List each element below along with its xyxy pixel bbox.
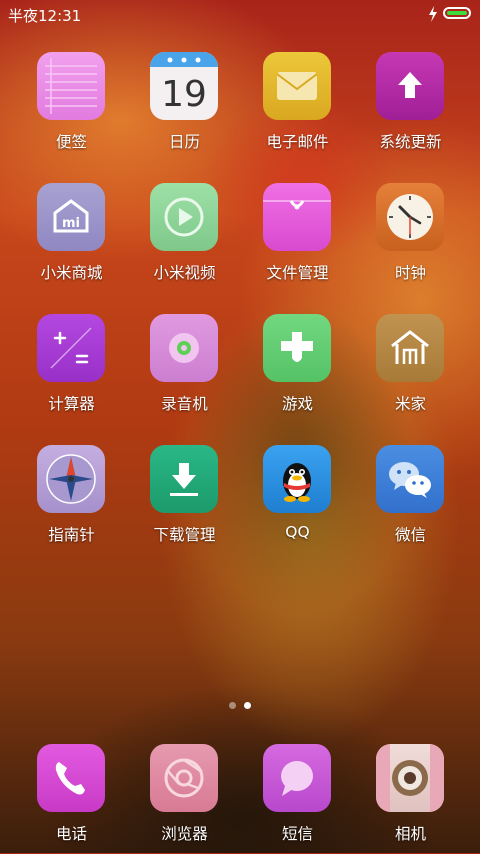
app-label: 计算器 xyxy=(48,395,95,413)
message-icon xyxy=(263,744,331,812)
app-label: 时钟 xyxy=(394,264,426,282)
app-label: 微信 xyxy=(394,526,426,544)
app-label: 系统更新 xyxy=(379,133,442,151)
mijia-home-icon xyxy=(376,314,444,382)
app-notes[interactable]: 便签 xyxy=(15,52,128,162)
app-label: 日历 xyxy=(168,133,200,151)
app-games[interactable]: 游戏 xyxy=(241,314,354,424)
app-label: 浏览器 xyxy=(161,825,208,843)
wechat-icon xyxy=(376,445,444,513)
app-label: 小米商城 xyxy=(40,264,103,282)
app-camera[interactable]: 相机 xyxy=(354,744,467,854)
app-label: 电话 xyxy=(55,825,87,843)
app-file-manager[interactable]: 文件管理 xyxy=(241,183,354,293)
app-label: 录音机 xyxy=(161,395,208,413)
notes-icon xyxy=(37,52,105,120)
page-dot[interactable] xyxy=(229,702,236,709)
page-indicator xyxy=(0,702,480,712)
app-recorder[interactable]: 录音机 xyxy=(128,314,241,424)
calendar-icon: 19 xyxy=(150,52,218,120)
app-browser[interactable]: 浏览器 xyxy=(128,744,241,854)
app-label: 米家 xyxy=(394,395,426,413)
app-label: 指南针 xyxy=(48,526,95,544)
app-calendar[interactable]: 19 日历 xyxy=(128,52,241,162)
svg-text:mi: mi xyxy=(62,216,80,231)
app-clock[interactable]: 时钟 xyxy=(354,183,467,293)
gamepad-icon xyxy=(263,314,331,382)
mail-icon xyxy=(263,52,331,120)
app-email[interactable]: 电子邮件 xyxy=(241,52,354,162)
app-qq[interactable]: QQ xyxy=(241,445,354,555)
status-bar: 半夜12:31 xyxy=(0,0,480,28)
app-label: QQ xyxy=(285,523,310,541)
compass-icon xyxy=(37,445,105,513)
battery-icon xyxy=(443,7,471,19)
app-label: 短信 xyxy=(281,825,313,843)
camera-icon xyxy=(376,744,444,812)
calendar-day: 19 xyxy=(161,74,207,115)
clock-icon xyxy=(376,183,444,251)
play-icon xyxy=(150,183,218,251)
app-label: 游戏 xyxy=(281,395,313,413)
app-mi-store[interactable]: mi 小米商城 xyxy=(15,183,128,293)
charging-icon xyxy=(429,6,437,22)
app-label: 电子邮件 xyxy=(266,133,329,151)
app-mijia[interactable]: 米家 xyxy=(354,314,467,424)
page-dot-active[interactable] xyxy=(244,702,251,709)
recorder-icon xyxy=(150,314,218,382)
app-mi-video[interactable]: 小米视频 xyxy=(128,183,241,293)
app-system-update[interactable]: 系统更新 xyxy=(354,52,467,162)
app-compass[interactable]: 指南针 xyxy=(15,445,128,555)
app-messages[interactable]: 短信 xyxy=(241,744,354,854)
app-label: 便签 xyxy=(55,133,87,151)
folder-icon xyxy=(263,183,331,251)
status-time: 半夜12:31 xyxy=(8,7,82,25)
app-calculator[interactable]: 计算器 xyxy=(15,314,128,424)
mi-store-icon: mi xyxy=(37,183,105,251)
app-phone[interactable]: 电话 xyxy=(15,744,128,854)
app-download-manager[interactable]: 下载管理 xyxy=(128,445,241,555)
app-label: 下载管理 xyxy=(153,526,216,544)
browser-icon xyxy=(150,744,218,812)
app-label: 相机 xyxy=(394,825,426,843)
app-label: 小米视频 xyxy=(153,264,216,282)
update-arrow-icon xyxy=(376,52,444,120)
app-wechat[interactable]: 微信 xyxy=(354,445,467,555)
app-label: 文件管理 xyxy=(266,264,329,282)
qq-penguin-icon xyxy=(263,445,331,513)
calculator-icon xyxy=(37,314,105,382)
phone-icon xyxy=(37,744,105,812)
download-icon xyxy=(150,445,218,513)
